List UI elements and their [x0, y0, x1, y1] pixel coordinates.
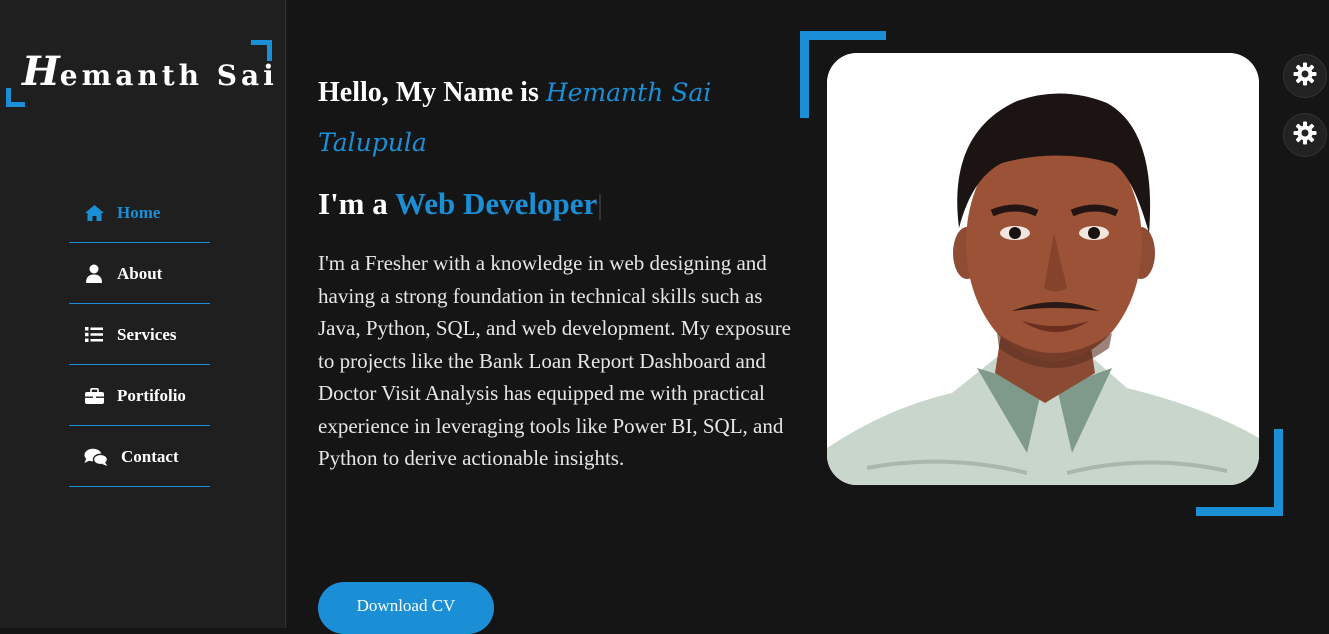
nav-item-contact[interactable]: Contact: [69, 427, 210, 487]
download-cv-button[interactable]: Download CV: [318, 582, 494, 634]
gear-icon: [1293, 121, 1317, 150]
nav-item-portifolio[interactable]: Portifolio: [69, 366, 210, 426]
logo-bracket-top-right: [251, 40, 272, 61]
role-heading: I'm a Web Developer: [318, 186, 602, 222]
greeting-heading: Hello, My Name is Hemanth Sai Talupula: [318, 68, 788, 168]
list-icon: [83, 325, 105, 345]
nav-item-about[interactable]: About: [69, 244, 210, 304]
nav-item-label: Home: [117, 202, 161, 222]
sidebar: Hemanth Sai Home About Services Portifol…: [0, 0, 286, 628]
theme-toggle-button[interactable]: [1283, 54, 1327, 98]
main-nav: Home About Services Portifolio Contact: [69, 183, 210, 488]
site-logo[interactable]: Hemanth Sai: [22, 48, 278, 95]
home-icon: [83, 203, 105, 223]
nav-item-services[interactable]: Services: [69, 305, 210, 365]
role-prefix: I'm a: [318, 186, 395, 221]
nav-item-label: Portifolio: [117, 385, 186, 405]
nav-item-home[interactable]: Home: [69, 183, 210, 243]
gear-icon: [1293, 62, 1317, 91]
nav-item-label: Contact: [121, 446, 179, 466]
briefcase-icon: [83, 386, 105, 406]
profile-photo: [827, 53, 1259, 485]
nav-item-label: Services: [117, 324, 177, 344]
typing-cursor: [599, 193, 602, 220]
comments-icon: [83, 447, 109, 467]
intro-paragraph: I'm a Fresher with a knowledge in web de…: [318, 251, 792, 470]
color-settings-button[interactable]: [1283, 113, 1327, 157]
role-text: Web Developer: [394, 186, 598, 221]
user-icon: [83, 264, 105, 284]
greeting-prefix: Hello, My Name is: [318, 77, 546, 108]
nav-item-label: About: [117, 263, 163, 283]
logo-bracket-bottom-left: [6, 88, 25, 107]
logo-text: emanth Sai: [59, 59, 278, 92]
logo-initial: H: [22, 48, 60, 95]
